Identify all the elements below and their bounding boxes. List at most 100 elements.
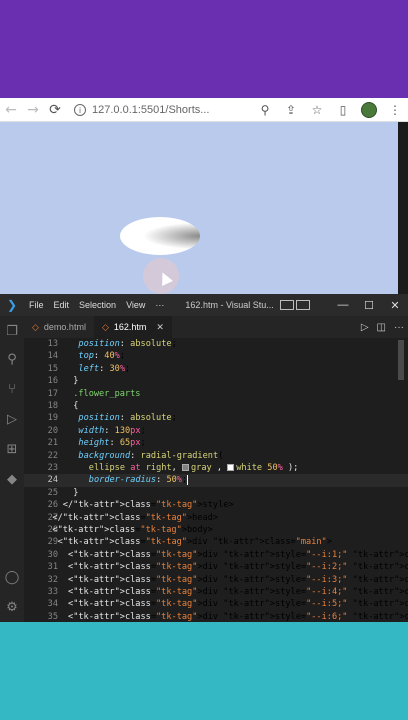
share-icon[interactable]: ⇪ <box>278 98 304 122</box>
layout-toggle-icon[interactable] <box>279 300 294 310</box>
code-line[interactable]: 29 <"tk-attr">class="tk-tag">div "tk-attr… <box>24 536 408 548</box>
code-line[interactable]: 26 </"tk-attr">class="tk-tag">style> <box>24 499 408 511</box>
close-tab-icon[interactable]: ✕ <box>156 322 164 333</box>
menu-selection[interactable]: Selection <box>74 300 121 310</box>
minimize-icon[interactable]: — <box>330 299 356 311</box>
code-line[interactable]: 16} <box>24 375 408 387</box>
code-line[interactable]: 19 position: absolute; <box>24 412 408 424</box>
source-control-icon[interactable]: ⑂ <box>0 376 24 402</box>
reload-icon[interactable]: ⟳ <box>44 99 66 121</box>
code-line[interactable]: 27 </"tk-attr">class="tk-tag">head> <box>24 512 408 524</box>
browser-window: ← → ⟳ i 127.0.0.1:5501/Shorts... ⚲ ⇪ ☆ ▯… <box>0 98 408 294</box>
account-icon[interactable]: ◯ <box>0 564 24 590</box>
bookmark-star-icon[interactable]: ☆ <box>304 98 330 122</box>
line-number: 18 <box>47 401 58 411</box>
code-text: .flower_parts <box>73 388 141 399</box>
line-number: 15 <box>47 363 58 374</box>
profile-avatar[interactable] <box>356 98 382 122</box>
line-number: 35 <box>47 611 58 622</box>
code-line[interactable]: 22 background: radial-gradient( <box>24 450 408 462</box>
code-line[interactable]: 34 <"tk-attr">class="tk-tag">div "tk-attr… <box>24 598 408 610</box>
browser-actions: ⚲ ⇪ ☆ ▯ ⋮ <box>252 98 408 122</box>
html-file-icon: ◇ <box>101 321 109 332</box>
code-line[interactable]: 15 left: 30%; <box>24 363 408 375</box>
explorer-icon[interactable]: ❐ <box>0 318 24 344</box>
close-window-icon[interactable]: ✕ <box>382 299 408 312</box>
code-line[interactable]: 31 <"tk-attr">class="tk-tag">div "tk-attr… <box>24 561 408 573</box>
activity-bar: ❐ ⚲ ⑂ ▷ ⊞ ◆ ◯ ⚙ <box>0 316 24 622</box>
tab-label: 162.htm <box>113 322 147 332</box>
zoom-icon[interactable]: ⚲ <box>252 98 278 122</box>
code-text: position: absolute; <box>78 339 177 349</box>
code-line[interactable]: 18 { <box>24 400 408 412</box>
code-text: <"tk-attr">class="tk-tag">div "tk-attr">… <box>68 611 408 622</box>
top-background <box>0 0 408 98</box>
more-actions-icon[interactable]: ··· <box>394 322 404 333</box>
more-menu-icon[interactable]: ⋮ <box>382 98 408 122</box>
python-icon[interactable]: ◆ <box>0 466 24 492</box>
layout-controls <box>279 300 312 310</box>
line-number: 33 <box>47 587 58 597</box>
line-number: 30 <box>47 549 58 560</box>
code-text: <"tk-attr">class="tk-tag">div "tk-attr">… <box>68 599 408 610</box>
run-icon[interactable]: ▷ <box>361 322 369 333</box>
code-text: left: 30%; <box>78 363 131 374</box>
line-number: 14 <box>47 351 58 362</box>
menu-file[interactable]: File <box>24 300 49 310</box>
vscode-logo-icon: ❯ <box>6 298 18 312</box>
menu-more[interactable]: ··· <box>150 300 169 310</box>
code-line[interactable]: 20 width: 130px; <box>24 425 408 437</box>
search-icon[interactable]: ⚲ <box>0 346 24 372</box>
forward-icon[interactable]: → <box>22 99 44 121</box>
line-number: 26 <box>47 500 58 511</box>
settings-gear-icon[interactable]: ⚙ <box>0 594 24 620</box>
run-debug-icon[interactable]: ▷ <box>0 406 24 432</box>
line-number: 16 <box>47 376 58 387</box>
tab-demo-html[interactable]: ◇ demo.html <box>24 316 94 338</box>
line-number: 25 <box>47 487 58 498</box>
window-controls: — ☐ ✕ <box>330 294 408 316</box>
code-text: top: 40%; <box>78 351 126 362</box>
tab-162-htm[interactable]: ◇ 162.htm ✕ <box>93 316 172 338</box>
code-line[interactable]: 17 .flower_parts <box>24 388 408 400</box>
code-line[interactable]: 13 position: absolute; <box>24 338 408 350</box>
code-line[interactable]: 28 <"tk-attr">class="tk-tag">body> <box>24 524 408 536</box>
code-editor[interactable]: 13 position: absolute; 14 top: 40%; 15 left: … <box>24 338 408 622</box>
line-number: 31 <box>47 562 58 573</box>
line-number: 13 <box>47 339 58 349</box>
code-text: background: radial-gradient( <box>78 450 224 461</box>
split-editor-icon[interactable]: ◫ <box>377 322 386 333</box>
menu-view[interactable]: View <box>121 300 150 310</box>
editor-tabs: ◇ demo.html ◇ 162.htm ✕ ▷ ◫ ··· <box>24 316 408 338</box>
address-bar[interactable]: i 127.0.0.1:5501/Shorts... <box>74 102 244 118</box>
code-line[interactable]: 14 top: 40%; <box>24 350 408 362</box>
code-line[interactable]: 24 border-radius: 50%; <box>24 474 408 487</box>
menu-edit[interactable]: Edit <box>49 300 75 310</box>
code-line[interactable]: 21 height: 65px; <box>24 437 408 449</box>
code-text: </"tk-attr">class="tk-tag">head> <box>52 512 219 523</box>
code-text: } <box>73 376 79 387</box>
code-line[interactable]: 25} <box>24 487 408 499</box>
code-text: ellipse at right, gray , white 50% ); <box>88 463 299 473</box>
vscode-window: ❯ File Edit Selection View ··· 162.htm -… <box>0 294 408 622</box>
site-info-icon[interactable]: i <box>74 104 86 116</box>
code-line[interactable]: 23 ellipse at right, gray , white 50% ); <box>24 462 408 474</box>
code-line[interactable]: 35 <"tk-attr">class="tk-tag">div "tk-attr… <box>24 611 408 622</box>
line-number: 20 <box>47 425 58 436</box>
panel-toggle-icon[interactable] <box>295 300 310 310</box>
sidebar-icon[interactable]: ▯ <box>330 98 356 122</box>
line-number: 34 <box>47 599 58 610</box>
back-icon[interactable]: ← <box>0 99 22 121</box>
code-text: position: absolute; <box>78 413 177 424</box>
maximize-icon[interactable]: ☐ <box>356 299 382 312</box>
code-line[interactable]: 33 <"tk-attr">class="tk-tag">div "tk-attr… <box>24 586 408 598</box>
line-number: 22 <box>47 450 58 461</box>
code-text: <"tk-attr">class="tk-tag">div "tk-attr">… <box>68 562 408 573</box>
window-title: 162.htm - Visual Stu... <box>185 300 274 310</box>
line-number: 24 <box>47 475 58 486</box>
code-line[interactable]: 32 <"tk-attr">class="tk-tag">div "tk-attr… <box>24 574 408 586</box>
extensions-icon[interactable]: ⊞ <box>0 436 24 462</box>
html-file-icon: ◇ <box>32 321 39 332</box>
editor-scrollbar[interactable] <box>398 340 404 380</box>
code-line[interactable]: 30 <"tk-attr">class="tk-tag">div "tk-attr… <box>24 549 408 561</box>
